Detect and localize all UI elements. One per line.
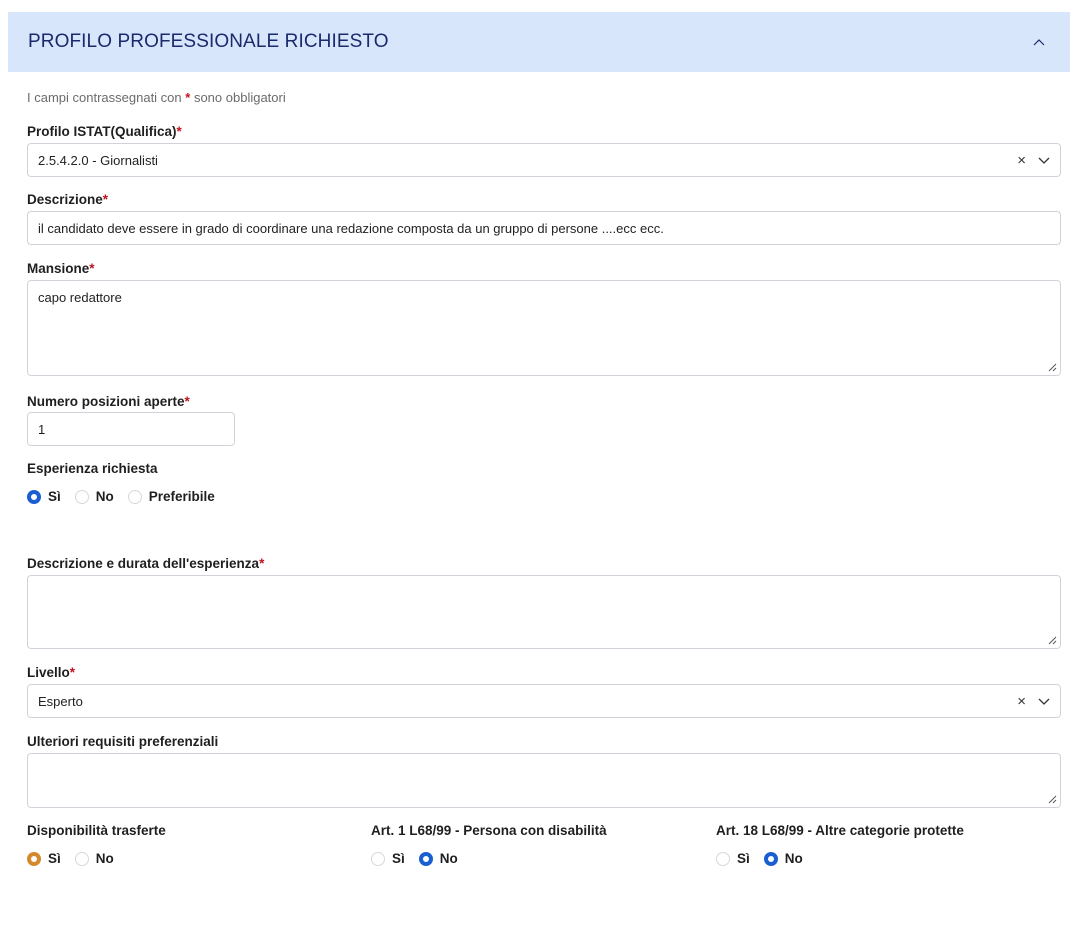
profilo-value: 2.5.4.2.0 - Giornalisti <box>38 152 158 168</box>
chevron-down-icon[interactable] <box>1038 697 1050 705</box>
art1-option-no[interactable]: No <box>418 851 458 866</box>
mandatory-note: I campi contrassegnati con * sono obblig… <box>27 90 286 105</box>
trasferte-option-no[interactable]: No <box>74 851 114 866</box>
esperienza-option-si[interactable]: Sì <box>27 489 61 504</box>
ulteriori-textarea[interactable] <box>27 753 1061 808</box>
profilo-select[interactable]: 2.5.4.2.0 - Giornalisti × <box>27 143 1061 177</box>
art1-radio-group: Sì No <box>371 851 472 866</box>
descrizione-esperienza-textarea[interactable] <box>27 575 1061 649</box>
radio-icon[interactable] <box>371 851 385 866</box>
numero-value: 1 <box>38 421 46 437</box>
esperienza-label: Esperienza richiesta <box>27 461 158 476</box>
resize-handle-icon[interactable] <box>1048 363 1057 372</box>
livello-select[interactable]: Esperto × <box>27 684 1061 718</box>
esperienza-option-preferibile[interactable]: Preferibile <box>127 489 215 504</box>
descrizione-label: Descrizione* <box>27 192 109 207</box>
descrizione-input[interactable]: il candidato deve essere in grado di coo… <box>27 211 1061 245</box>
mansione-label: Mansione* <box>27 261 95 276</box>
art18-label: Art. 18 L68/99 - Altre categorie protett… <box>716 823 964 838</box>
radio-icon[interactable] <box>74 851 89 866</box>
numero-label: Numero posizioni aperte* <box>27 394 190 409</box>
descrizione-value: il candidato deve essere in grado di coo… <box>38 220 664 236</box>
resize-handle-icon[interactable] <box>1048 636 1057 645</box>
trasferte-radio-group: Sì No <box>27 851 128 866</box>
radio-selected-icon[interactable] <box>763 851 778 866</box>
collapse-button[interactable] <box>1028 31 1050 53</box>
note-suffix: sono obbligatori <box>193 90 286 105</box>
radio-icon[interactable] <box>74 489 89 504</box>
resize-handle-icon[interactable] <box>1048 795 1057 804</box>
mansione-value: capo redattore <box>38 290 122 305</box>
radio-selected-icon[interactable] <box>27 851 41 866</box>
ulteriori-label: Ulteriori requisiti preferenziali <box>27 734 219 749</box>
radio-selected-icon[interactable] <box>27 489 41 504</box>
radio-selected-icon[interactable] <box>418 851 433 866</box>
profilo-label: Profilo ISTAT(Qualifica)* <box>27 124 182 139</box>
trasferte-option-si[interactable]: Sì <box>27 851 61 866</box>
close-icon[interactable]: × <box>1017 694 1026 709</box>
chevron-up-icon <box>1033 39 1045 46</box>
radio-icon[interactable] <box>716 851 730 866</box>
numero-input[interactable]: 1 <box>27 412 235 446</box>
note-star: * <box>185 90 191 105</box>
art18-option-no[interactable]: No <box>763 851 803 866</box>
art18-option-si[interactable]: Sì <box>716 851 750 866</box>
livello-value: Esperto <box>38 693 83 709</box>
esperienza-option-no[interactable]: No <box>74 489 114 504</box>
mansione-textarea[interactable]: capo redattore <box>27 280 1061 376</box>
livello-label: Livello* <box>27 665 76 680</box>
section-header[interactable]: PROFILO PROFESSIONALE RICHIESTO <box>8 12 1070 72</box>
section-title: PROFILO PROFESSIONALE RICHIESTO <box>28 31 389 52</box>
art18-radio-group: Sì No <box>716 851 817 866</box>
descrizione-esperienza-label: Descrizione e durata dell'esperienza* <box>27 556 265 571</box>
esperienza-radio-group: Sì No Preferibile <box>27 489 229 504</box>
note-prefix: I campi contrassegnati con <box>27 90 182 105</box>
trasferte-label: Disponibilità trasferte <box>27 823 166 838</box>
art1-option-si[interactable]: Sì <box>371 851 405 866</box>
art1-label: Art. 1 L68/99 - Persona con disabilità <box>371 823 607 838</box>
chevron-down-icon[interactable] <box>1038 156 1050 164</box>
close-icon[interactable]: × <box>1017 153 1026 168</box>
radio-icon[interactable] <box>127 489 142 504</box>
